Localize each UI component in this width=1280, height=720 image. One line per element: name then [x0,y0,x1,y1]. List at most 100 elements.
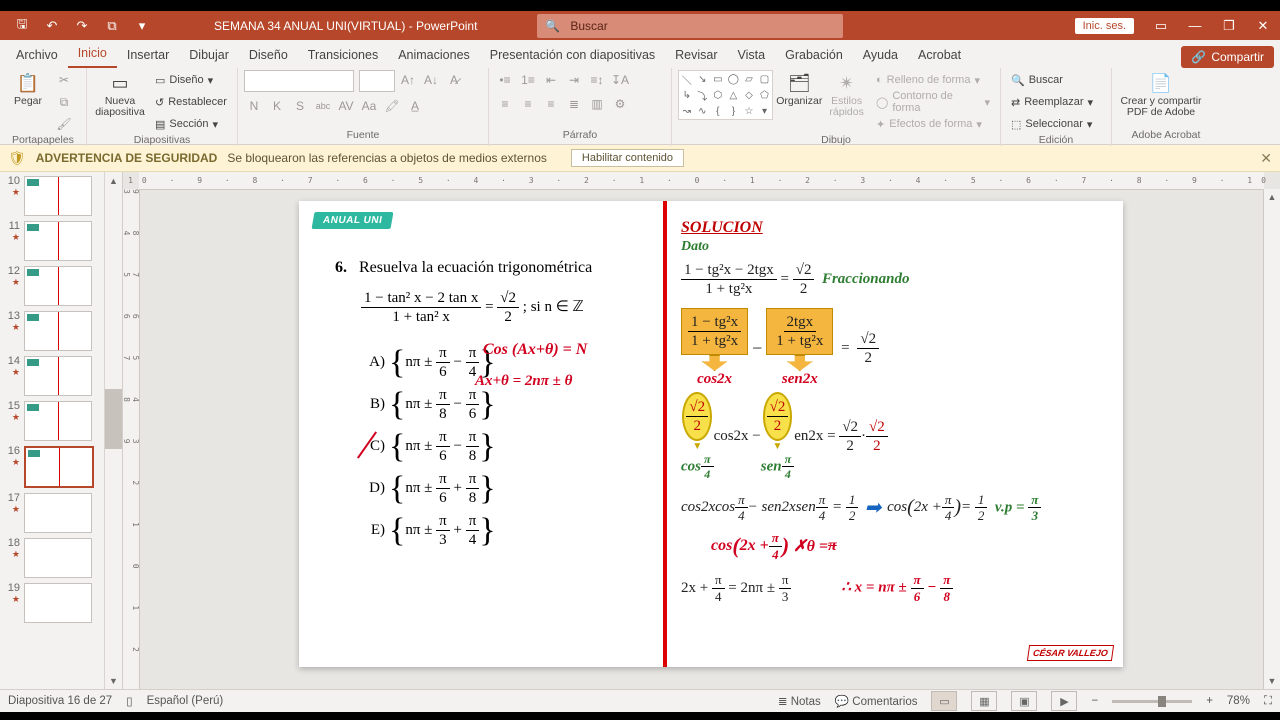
scroll-up-icon[interactable]: ▲ [105,172,122,189]
sorter-view-button[interactable]: ▦ [971,691,997,711]
arrange-button[interactable]: 🗂Organizar [777,70,821,107]
copy-button[interactable]: ⧉ [54,92,74,112]
close-warning-button[interactable]: ✕ [1260,150,1272,167]
layout-button[interactable]: ▭ Diseño ▾ [151,70,231,90]
shape-fill-button[interactable]: ◐ Relleno de forma ▾ [872,70,994,90]
redo-button[interactable]: ↷ [70,14,94,38]
bullets-button[interactable]: •≡ [495,70,515,90]
reset-button[interactable]: ↺ Restablecer [151,92,231,112]
smartart-button[interactable]: ⚙ [610,94,630,114]
sign-in-button[interactable]: Inic. ses. [1075,18,1134,34]
find-button[interactable]: 🔍 Buscar [1007,70,1097,90]
slide-thumb-11[interactable]: 11★ [4,221,108,261]
justify-button[interactable]: ≣ [564,94,584,114]
tab-diseno[interactable]: Diseño [239,43,298,68]
ribbon-display-button[interactable]: ▭ [1144,11,1178,40]
select-button[interactable]: ⬚ Seleccionar ▾ [1007,114,1097,134]
replace-button[interactable]: ⇄ Reemplazar ▾ [1007,92,1097,112]
slide-thumb-17[interactable]: 17★ [4,493,108,533]
slide-content[interactable]: ANUAL UNI 6. Resuelva la ecuación trigon… [299,201,1123,667]
zoom-level[interactable]: 78% [1227,695,1250,707]
shape-effects-button[interactable]: ✦ Efectos de forma ▾ [872,114,994,134]
enable-content-button[interactable]: Habilitar contenido [571,149,684,167]
zoom-in-button[interactable]: + [1206,695,1213,707]
notes-button[interactable]: ≣ Notas [778,694,821,708]
text-direction-button[interactable]: ↧A [610,70,630,90]
tab-vista[interactable]: Vista [728,43,776,68]
tab-acrobat[interactable]: Acrobat [908,43,971,68]
increase-font-button[interactable]: A↑ [398,70,418,90]
indent-dec-button[interactable]: ⇤ [541,70,561,90]
align-left-button[interactable]: ≡ [495,94,515,114]
canvas-scrollbar[interactable]: ▲ ▼ [1263,189,1280,689]
bold-button[interactable]: N [244,96,264,116]
shape-outline-button[interactable]: ◯ Contorno de forma ▾ [872,92,994,112]
strike-button[interactable]: abc [313,96,333,116]
decrease-font-button[interactable]: A↓ [421,70,441,90]
save-button[interactable]: 🖫 [10,14,34,38]
tab-archivo[interactable]: Archivo [6,43,68,68]
tab-insertar[interactable]: Insertar [117,43,179,68]
font-family-input[interactable] [244,70,354,92]
highlight-button[interactable]: 🖍 [382,96,402,116]
scroll-down-icon[interactable]: ▼ [105,672,122,689]
tab-revisar[interactable]: Revisar [665,43,727,68]
slide-thumb-14[interactable]: 14★ [4,356,108,396]
zoom-slider[interactable] [1112,700,1192,703]
font-size-input[interactable] [359,70,395,92]
format-painter-button[interactable]: 🖌 [54,114,74,134]
scroll-handle[interactable] [105,389,122,449]
slide-thumb-12[interactable]: 12★ [4,266,108,306]
normal-view-button[interactable]: ▭ [931,691,957,711]
underline-button[interactable]: S [290,96,310,116]
accessibility-icon[interactable]: ▯ [126,694,132,708]
indent-inc-button[interactable]: ⇥ [564,70,584,90]
quick-styles-button[interactable]: ✴Estilos rápidos [825,70,868,118]
comments-button[interactable]: 💬 Comentarios [835,694,918,708]
restore-button[interactable]: ❐ [1212,11,1246,40]
start-slideshow-button[interactable]: ⧉ [100,14,124,38]
tab-ayuda[interactable]: Ayuda [853,43,908,68]
fit-to-window-button[interactable]: ⛶ [1264,695,1272,708]
minimize-button[interactable]: — [1178,11,1212,40]
zoom-out-button[interactable]: − [1091,695,1098,707]
language-indicator[interactable]: Español (Perú) [147,695,224,707]
tab-animaciones[interactable]: Animaciones [388,43,480,68]
columns-button[interactable]: ▥ [587,94,607,114]
paste-button[interactable]: 📋Pegar [6,70,50,107]
shapes-gallery[interactable]: ＼↘▭◯▱▢ ↳⤵⬡△◇⬠ ↝∿{}☆▾ [678,70,773,120]
undo-button[interactable]: ↶ [40,14,64,38]
canvas-scroll-up-icon[interactable]: ▲ [1264,189,1280,205]
slide-thumb-16[interactable]: 16★ [4,446,108,488]
create-pdf-button[interactable]: 📄Crear y compartir PDF de Adobe [1118,70,1204,118]
change-case-button[interactable]: Aa [359,96,379,116]
slide-thumb-19[interactable]: 19★ [4,583,108,623]
tab-transiciones[interactable]: Transiciones [298,43,388,68]
slide-thumb-10[interactable]: 10★ [4,176,108,216]
slide-thumb-18[interactable]: 18★ [4,538,108,578]
italic-button[interactable]: K [267,96,287,116]
align-right-button[interactable]: ≡ [541,94,561,114]
cut-button[interactable]: ✂ [54,70,74,90]
canvas-scroll-down-icon[interactable]: ▼ [1264,673,1280,689]
align-center-button[interactable]: ≡ [518,94,538,114]
search-input[interactable]: 🔍 Buscar [537,14,843,38]
clear-format-button[interactable]: A̷ [444,70,464,90]
close-button[interactable]: ✕ [1246,11,1280,40]
slide-thumb-15[interactable]: 15★ [4,401,108,441]
share-button[interactable]: 🔗Compartir [1181,46,1274,68]
section-button[interactable]: ▤ Sección ▾ [151,114,231,134]
line-spacing-button[interactable]: ≡↕ [587,70,607,90]
thumbnail-scrollbar[interactable]: ▲ ▼ [104,172,122,689]
slideshow-view-button[interactable]: ▶ [1051,691,1077,711]
new-slide-button[interactable]: ▭Nueva diapositiva [93,70,147,118]
tab-grabacion[interactable]: Grabación [775,43,853,68]
tab-presentacion[interactable]: Presentación con diapositivas [480,43,665,68]
reading-view-button[interactable]: ▣ [1011,691,1037,711]
qat-more-button[interactable]: ▾ [130,14,154,38]
numbering-button[interactable]: 1≡ [518,70,538,90]
tab-dibujar[interactable]: Dibujar [179,43,239,68]
char-spacing-button[interactable]: AV [336,96,356,116]
font-color-button[interactable]: A̲ [405,96,425,116]
tab-inicio[interactable]: Inicio [68,41,117,68]
